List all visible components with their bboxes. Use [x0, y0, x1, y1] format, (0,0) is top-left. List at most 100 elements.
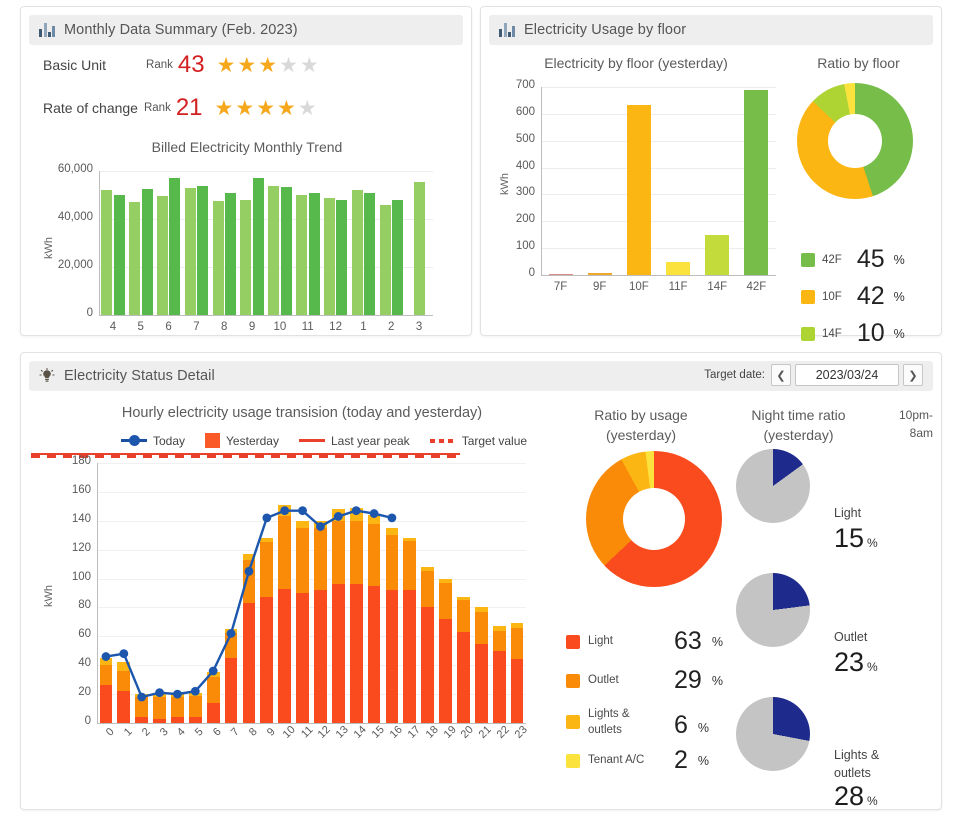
- floor-panel-header: Electricity Usage by floor: [489, 15, 933, 45]
- x-axis-tick: 9F: [580, 281, 620, 293]
- bar-chart-icon: [499, 23, 515, 37]
- stacked-bar-segment: [243, 554, 256, 560]
- gridline: [97, 492, 526, 493]
- stacked-bar-segment: [386, 590, 399, 723]
- star-icon: ★: [237, 55, 256, 76]
- legend-item: 10F42%: [801, 284, 941, 309]
- bar: [414, 182, 425, 315]
- stacked-bar-segment: [314, 528, 327, 590]
- stacked-bar-segment: [243, 560, 256, 603]
- y-axis-tick: 60: [51, 628, 91, 640]
- bar: [240, 200, 251, 315]
- night-ratio-item: Light 15%: [736, 449, 936, 573]
- monthly-trend-chart: Billed Electricity Monthly Trend kWh020,…: [21, 139, 473, 345]
- night-ratio-label: Lights & outlets: [834, 747, 914, 782]
- x-axis-tick: 42F: [736, 281, 776, 293]
- stacked-bar-segment: [278, 589, 291, 723]
- stacked-bar-segment: [207, 672, 220, 676]
- gridline: [99, 171, 433, 172]
- donut-chart: [797, 83, 913, 199]
- legend-item: Outlet29%: [566, 668, 741, 693]
- gridline: [541, 114, 776, 115]
- stacked-bar-segment: [332, 584, 345, 723]
- bar: [744, 90, 768, 275]
- star-icon: ★: [256, 98, 275, 119]
- y-axis-tick: 180: [51, 455, 91, 467]
- stacked-bar-segment: [278, 516, 291, 588]
- legend-label: Today: [153, 434, 185, 448]
- legend-label: Last year peak: [331, 434, 410, 448]
- y-axis-tick: 40: [51, 657, 91, 669]
- date-next-button[interactable]: ❯: [903, 364, 923, 386]
- star-icon: ★: [215, 98, 234, 119]
- night-ratio-value: 28: [834, 783, 864, 810]
- usage-donut-title-line1: Ratio by usage: [561, 407, 721, 423]
- stacked-bar-segment: [493, 651, 506, 723]
- night-ratio-value-group: 15%: [834, 525, 878, 552]
- floor-bar-chart-title: Electricity by floor (yesterday): [491, 55, 781, 71]
- legend-value: 45: [857, 247, 885, 272]
- y-axis-tick: 400: [499, 160, 535, 172]
- y-axis-tick: 300: [499, 186, 535, 198]
- legend-percent-symbol: %: [894, 290, 905, 304]
- stacked-bar-segment: [260, 542, 273, 597]
- stacked-bar-segment: [189, 693, 202, 696]
- stacked-bar-segment: [117, 691, 130, 723]
- night-ratio-label: Light: [834, 505, 914, 523]
- gridline: [541, 168, 776, 169]
- detail-panel-title: Electricity Status Detail: [64, 368, 215, 384]
- stacked-bar-segment: [511, 628, 524, 660]
- star-icon: ★: [258, 55, 277, 76]
- y-axis-tick: 20,000: [29, 259, 93, 271]
- night-ratio-value-group: 28%: [834, 783, 878, 810]
- gridline: [541, 87, 776, 88]
- stacked-bar-segment: [350, 508, 363, 521]
- lightbulb-icon: [39, 368, 55, 385]
- usage-donut-title-line2: (yesterday): [561, 427, 721, 443]
- date-prev-button[interactable]: ❮: [771, 364, 791, 386]
- stacked-bar-segment: [457, 597, 470, 600]
- bar: [129, 202, 140, 315]
- stacked-bar-segment: [153, 697, 166, 719]
- detail-panel-header: Electricity Status Detail Target date: ❮…: [29, 361, 933, 391]
- gridline: [541, 275, 776, 276]
- legend-label: 42F: [822, 254, 842, 266]
- bar-chart-icon: [39, 23, 55, 37]
- y-axis-tick: 600: [499, 106, 535, 118]
- y-axis-tick: 500: [499, 133, 535, 145]
- pie-chart: [736, 697, 810, 771]
- rate-of-change-rank-row: Rate of change Rank 21 ★★★★★: [43, 96, 317, 120]
- stacked-bar-segment: [386, 528, 399, 535]
- legend-percent-symbol: %: [698, 754, 709, 768]
- stacked-bar-segment: [100, 658, 113, 665]
- legend-item: Yesterday: [205, 433, 279, 448]
- bar: [549, 274, 573, 276]
- legend-swatch: [566, 635, 580, 649]
- target-date-input[interactable]: 2023/03/24: [795, 364, 899, 386]
- stacked-bar-segment: [386, 535, 399, 590]
- floor-panel-title: Electricity Usage by floor: [524, 22, 686, 38]
- night-ratio-percent-symbol: %: [867, 660, 878, 674]
- stacked-bar-segment: [457, 632, 470, 723]
- legend-label: 10F: [822, 291, 842, 303]
- legend-swatch: [801, 253, 815, 267]
- stacked-bar-segment: [421, 571, 434, 607]
- stacked-bar-segment: [207, 677, 220, 703]
- legend-item: Light63%: [566, 629, 741, 654]
- basic-unit-rank-word: Rank: [146, 59, 173, 71]
- gridline: [97, 521, 526, 522]
- monthly-panel-title: Monthly Data Summary (Feb. 2023): [64, 22, 298, 38]
- rate-of-change-rank-word: Rank: [144, 102, 171, 114]
- stacked-bar-segment: [439, 583, 452, 619]
- night-title-line2: (yesterday): [726, 427, 871, 443]
- night-ratio-value-group: 23%: [834, 649, 878, 676]
- rate-of-change-star-rating: ★★★★★: [215, 98, 317, 119]
- night-range-line2: 8am: [873, 426, 933, 440]
- y-axis-tick: 0: [51, 715, 91, 727]
- y-axis-tick: 100: [51, 571, 91, 583]
- stacked-bar-segment: [171, 697, 184, 717]
- stacked-bar-segment: [207, 703, 220, 723]
- night-ratio-item: Lights & outlets28%: [736, 697, 936, 820]
- stacked-bar-segment: [368, 524, 381, 586]
- hourly-chart-legend: TodayYesterdayLast year peakTarget value: [121, 433, 527, 448]
